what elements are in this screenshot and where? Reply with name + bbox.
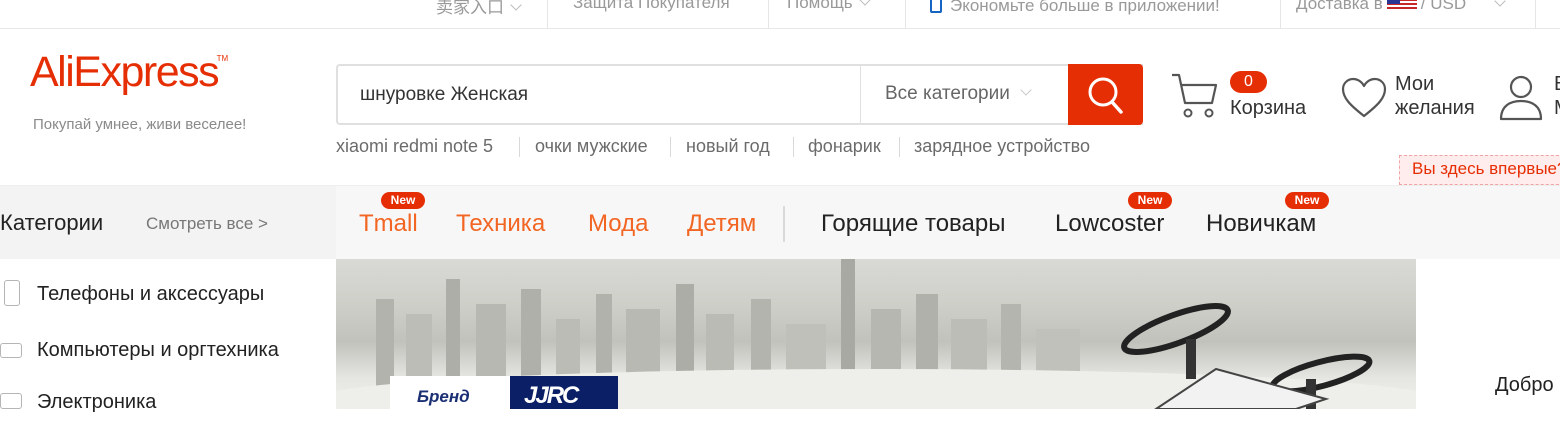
app-promo-link[interactable]: Экономьте больше в приложении! [930,0,1220,16]
first-visit-tag[interactable]: Вы здесь впервые? [1399,155,1560,185]
sidebar-item-label: Электроника [37,391,157,413]
nav-item-kids[interactable]: Детям [687,210,756,238]
welcome-text: Добро [1495,374,1554,396]
nav-item-tmall[interactable]: Tmall [359,210,418,238]
delivery-label: Доставка в [1296,0,1383,13]
us-flag-icon [1386,0,1417,11]
search-button[interactable] [1068,64,1143,125]
phone-icon [930,0,942,13]
seller-link[interactable]: 卖家入口 [436,0,522,18]
logo-text-express: Express [73,48,219,96]
hot-search-link[interactable]: очки мужские [535,136,648,157]
category-sidebar: Телефоны и аксессуары Компьютеры и оргте… [0,259,336,413]
search-bar: Все категории [336,64,1143,125]
new-badge: New [1128,192,1172,209]
category-nav-bar: Категории Смотреть все > New Tmall Техни… [0,185,1560,260]
nav-item-lowcoster[interactable]: Lowcoster [1055,210,1164,238]
slogan: Покупай умнее, живи веселее! [33,116,247,133]
divider [519,137,520,157]
nav-item-fashion[interactable]: Мода [588,210,648,238]
hot-search-link[interactable]: новый год [686,136,770,157]
categories-title: Категории [0,210,104,235]
divider [793,137,794,157]
top-bar: 卖家入口 Защита Покупателя Помощь Экономьте … [0,0,1560,29]
divider [899,137,900,157]
promo-banner[interactable]: Бренд JJRC [336,259,1416,409]
cart-label: Корзина [1230,97,1307,119]
hot-search-link[interactable]: зарядное устройство [914,136,1090,157]
phone-icon [4,280,20,306]
nav-divider [783,206,785,242]
logo-tm: TM [216,54,229,63]
sidebar-item-electronics[interactable]: Электроника [0,383,336,423]
divider [768,0,769,28]
buyer-protection-link[interactable]: Защита Покупателя [573,0,730,13]
help-link[interactable]: Помощь [787,0,871,13]
camera-icon [0,393,22,409]
search-input[interactable] [360,82,840,108]
divider [905,0,906,28]
see-all-link[interactable]: Смотреть все > [146,214,268,234]
wishlist-label-line2: желания [1395,97,1475,119]
sidebar-item-label: Компьютеры и оргтехника [37,339,279,361]
seller-link-label: 卖家入口 [436,0,504,17]
search-icon [1088,77,1123,114]
categories-header: Категории Смотреть все > [0,186,336,260]
app-promo-label: Экономьте больше в приложении! [950,0,1220,15]
nav-item-electronics[interactable]: Техника [456,210,545,238]
brand-label: Бренд [417,387,470,406]
nav-item-newcomers[interactable]: Новичкам [1206,210,1316,238]
currency-label: / USD [1420,0,1467,13]
category-dropdown-label: Все категории [885,83,1010,104]
cart-icon [1172,73,1218,118]
chevron-down-icon [1020,84,1032,96]
hot-search-link[interactable]: xiaomi redmi note 5 [336,136,493,157]
cart-count-badge: 0 [1230,71,1267,93]
chevron-down-icon [510,0,522,11]
chevron-down-icon [1494,0,1506,7]
laptop-icon [0,343,22,358]
divider [547,0,548,28]
category-dropdown[interactable]: Все категории [860,66,1070,123]
divider [670,137,671,157]
logo-text-ali: Ali [30,48,75,96]
account-label-line1: В [1554,73,1560,96]
account-label-line2: М [1554,97,1560,120]
sidebar-item-label: Телефоны и аксессуары [37,283,265,305]
help-link-label: Помощь [787,0,853,12]
brand-logo: JJRC [510,376,618,409]
sidebar-item-phones[interactable]: Телефоны и аксессуары [0,275,336,315]
chevron-down-icon [859,0,871,6]
divider [1280,0,1281,28]
divider [1535,0,1536,28]
wishlist-label-line1: Мои [1395,73,1435,95]
brand-logo-text: JJRC [524,382,579,409]
hot-search-link[interactable]: фонарик [808,136,881,157]
heart-icon [1341,77,1387,118]
delivery-selector[interactable]: Доставка в / USD [1296,0,1506,14]
user-icon [1499,75,1543,121]
sidebar-item-computers[interactable]: Компьютеры и оргтехника [0,331,336,371]
new-badge: New [1285,192,1329,209]
new-badge: New [381,192,425,209]
aliexpress-logo[interactable]: AliExpress TM [30,48,228,96]
header: AliExpress TM Покупай умнее, живи веселее… [0,29,1560,185]
nav-item-hot-deals[interactable]: Горящие товары [821,210,1005,238]
